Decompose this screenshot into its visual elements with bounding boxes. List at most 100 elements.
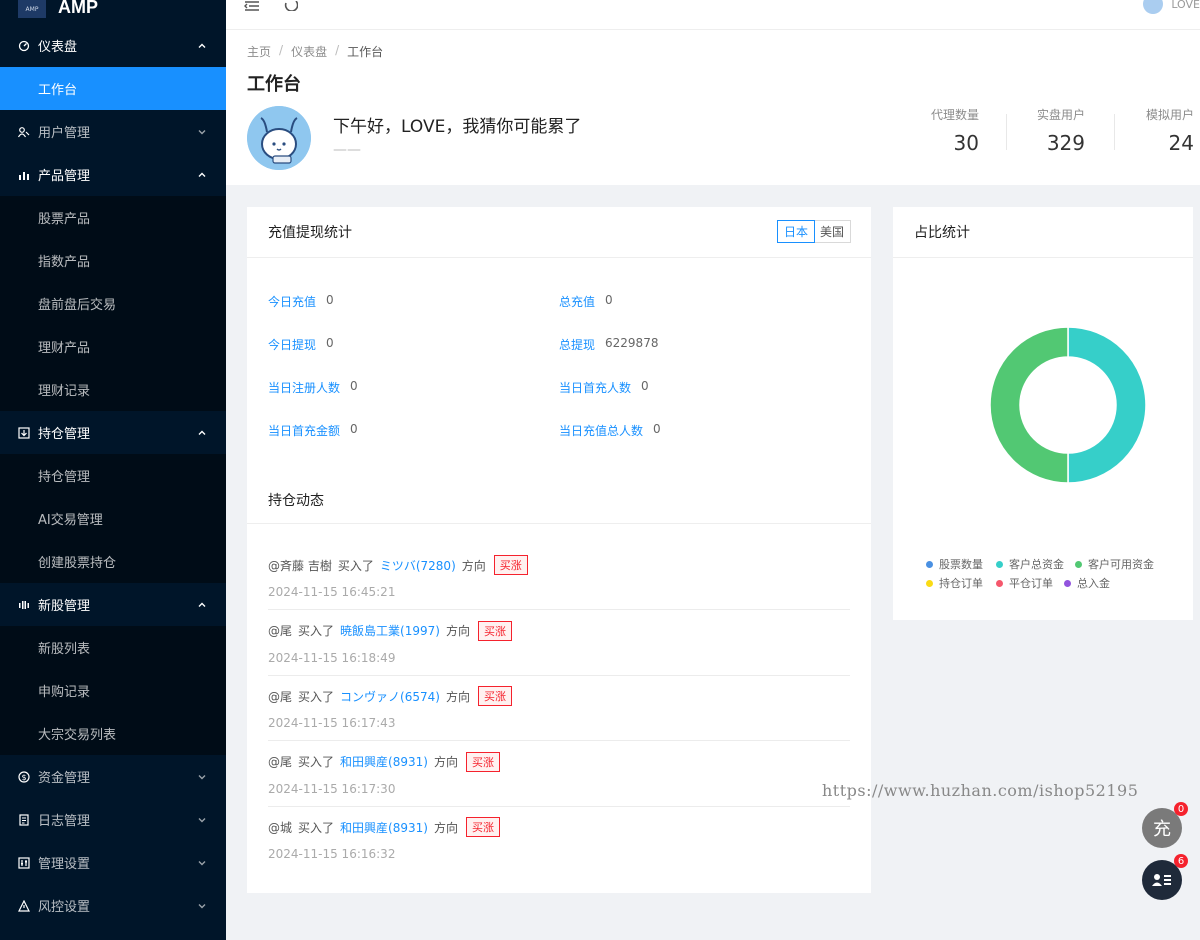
donut-slice-2[interactable] xyxy=(989,326,1069,484)
stat-row-label[interactable]: 总提现 xyxy=(559,336,595,353)
stat-row-label[interactable]: 今日提现 xyxy=(268,336,316,353)
stat-row-label[interactable]: 总充值 xyxy=(559,293,595,310)
sidebar-item[interactable]: 申购记录 xyxy=(0,669,226,712)
feed-direction-label: 方向 xyxy=(445,689,470,704)
feed-stock-link[interactable]: 暁飯島工業(1997) xyxy=(340,622,440,639)
sidebar-group-label: 产品管理 xyxy=(38,169,91,184)
user-menu[interactable]: LOVE xyxy=(1143,0,1200,14)
sidebar-group-4[interactable]: 新股管理 xyxy=(0,583,226,626)
stat-row: 当日首充人数 0 xyxy=(559,379,649,396)
feed-stock-link[interactable]: コンヴァノ(6574) xyxy=(340,688,440,705)
breadcrumb: 主页 / 仪表盘 / 工作台 xyxy=(247,43,383,60)
sidebar-item[interactable]: 股票产品 xyxy=(0,196,226,239)
refresh-icon[interactable] xyxy=(284,0,298,12)
feed-item: @城 买入了 和田興産(8931) 方向 买涨 2024-11-15 16:16:32 xyxy=(268,817,850,872)
legend-item[interactable]: 客户可用资金 xyxy=(1075,556,1154,572)
feed-line: @尾 买入了 コンヴァノ(6574) 方向 买涨 xyxy=(268,686,850,706)
chevron-up-icon xyxy=(196,599,208,611)
stat-row-label[interactable]: 今日充值 xyxy=(268,293,316,310)
feed-time: 2024-11-15 16:45:21 xyxy=(268,585,396,599)
feed-action: 买入了 xyxy=(298,820,335,835)
feed-stock-link[interactable]: 和田興産(8931) xyxy=(340,819,428,836)
sidebar-group-8[interactable]: 风控设置 xyxy=(0,884,226,927)
sidebar-item[interactable]: 持仓管理 xyxy=(0,454,226,497)
sidebar-submenu: 持仓管理 AI交易管理 创建股票持仓 xyxy=(0,454,226,583)
chevron-down-icon xyxy=(196,857,208,869)
sidebar-item[interactable]: AI交易管理 xyxy=(0,497,226,540)
stat-row-label[interactable]: 当日首充金额 xyxy=(268,422,340,439)
legend-item[interactable]: 总入金 xyxy=(1064,575,1110,591)
recharge-stats-card: 充值提现统计 日本 美国 今日充值 0 总充值 0 今日提现 0 总提现 6229878 当日注… xyxy=(247,207,871,893)
legend-item[interactable]: 股票数量 xyxy=(926,556,983,572)
user-name: LOVE xyxy=(1171,0,1200,11)
feed-user: @城 xyxy=(268,820,293,835)
sidebar-item[interactable]: 理财记录 xyxy=(0,368,226,411)
chevron-down-icon xyxy=(196,771,208,783)
sidebar-submenu: 工作台 xyxy=(0,67,226,110)
logo[interactable]: AMP AMP xyxy=(0,0,226,24)
legend-label: 股票数量 xyxy=(939,558,983,571)
sidebar-item[interactable]: 大宗交易列表 xyxy=(0,712,226,755)
stat-label: 代理数量 xyxy=(930,108,979,122)
legend-label: 平仓订单 xyxy=(1009,577,1053,590)
direction-badge: 买涨 xyxy=(477,620,512,641)
feed-user: @斉藤 吉樹 xyxy=(268,558,332,573)
recharge-float-button[interactable]: 充 0 xyxy=(1142,802,1188,848)
fab-label: 充 xyxy=(1153,819,1171,840)
menu-toggle-icon[interactable] xyxy=(244,0,262,12)
greeting-subtext: —— xyxy=(333,142,361,158)
sidebar-group-0[interactable]: 仪表盘 xyxy=(0,24,226,67)
sidebar-item[interactable]: 新股列表 xyxy=(0,626,226,669)
sidebar-submenu: 新股列表 申购记录 大宗交易列表 xyxy=(0,626,226,755)
sidebar-group-2[interactable]: 产品管理 xyxy=(0,153,226,196)
sidebar-group-label: 资金管理 xyxy=(38,771,91,786)
sidebar-item[interactable]: 创建股票持仓 xyxy=(0,540,226,583)
sidebar-group-1[interactable]: 用户管理 xyxy=(0,110,226,153)
feed-direction-label: 方向 xyxy=(461,558,486,573)
feed-line: @斉藤 吉樹 买入了 ミツバ(7280) 方向 买涨 xyxy=(268,555,850,575)
direction-badge: 买涨 xyxy=(493,555,528,575)
direction-badge: 买涨 xyxy=(465,751,500,772)
card-title: 占比统计 xyxy=(914,225,970,241)
top-header: LOVE xyxy=(226,0,1200,30)
sidebar-group-5[interactable]: $ 资金管理 xyxy=(0,755,226,798)
sidebar-item[interactable]: 指数产品 xyxy=(0,239,226,282)
sidebar-item[interactable]: 盘前盘后交易 xyxy=(0,282,226,325)
user-list-icon xyxy=(1152,874,1171,886)
breadcrumb-dashboard[interactable]: 仪表盘 xyxy=(291,43,327,60)
stat-label: 模拟用户 xyxy=(1145,108,1194,122)
chevron-down-icon xyxy=(196,900,208,912)
stat-agents: 代理数量 30 xyxy=(899,106,979,155)
stat-row-label[interactable]: 当日注册人数 xyxy=(268,379,340,396)
breadcrumb-home[interactable]: 主页 xyxy=(247,43,271,60)
legend-item[interactable]: 平仓订单 xyxy=(996,575,1053,591)
stat-row: 今日提现 0 xyxy=(268,336,334,353)
greeting-text: 下午好，LOVE，我猜你可能累了 xyxy=(333,117,582,137)
sidebar-group-6[interactable]: 日志管理 xyxy=(0,798,226,841)
sidebar-item[interactable]: 工作台 xyxy=(0,67,226,110)
badge-count: 0 xyxy=(1174,802,1188,816)
stat-row-value: 0 xyxy=(326,336,334,350)
legend-item[interactable]: 客户总资金 xyxy=(996,556,1064,572)
feed-stock-link[interactable]: 和田興産(8931) xyxy=(340,753,428,770)
tab-usa[interactable]: 美国 xyxy=(814,221,850,242)
donut-slice-1[interactable] xyxy=(1067,326,1147,484)
sidebar-item[interactable]: 理财产品 xyxy=(0,325,226,368)
feed-title: 持仓动态 xyxy=(268,493,324,509)
message-float-button[interactable]: 6 xyxy=(1142,854,1188,900)
sidebar-group-7[interactable]: 管理设置 xyxy=(0,841,226,884)
legend-label: 持仓订单 xyxy=(939,577,983,590)
feed-direction-label: 方向 xyxy=(433,820,458,835)
legend-dot xyxy=(996,579,1003,587)
legend-item[interactable]: 持仓订单 xyxy=(926,575,983,591)
chevron-up-icon xyxy=(196,169,208,181)
feed-item: @斉藤 吉樹 买入了 ミツバ(7280) 方向 买涨 2024-11-15 16:45:2… xyxy=(268,555,850,610)
feed-stock-link[interactable]: ミツバ(7280) xyxy=(380,557,456,574)
stat-value: 30 xyxy=(953,131,979,155)
sidebar-group-3[interactable]: 持仓管理 xyxy=(0,411,226,454)
stat-row-label[interactable]: 当日充值总人数 xyxy=(559,422,643,439)
stat-row-label[interactable]: 当日首充人数 xyxy=(559,379,631,396)
tab-japan[interactable]: 日本 xyxy=(776,220,815,243)
users-icon xyxy=(18,126,30,138)
chart-icon xyxy=(18,169,30,181)
